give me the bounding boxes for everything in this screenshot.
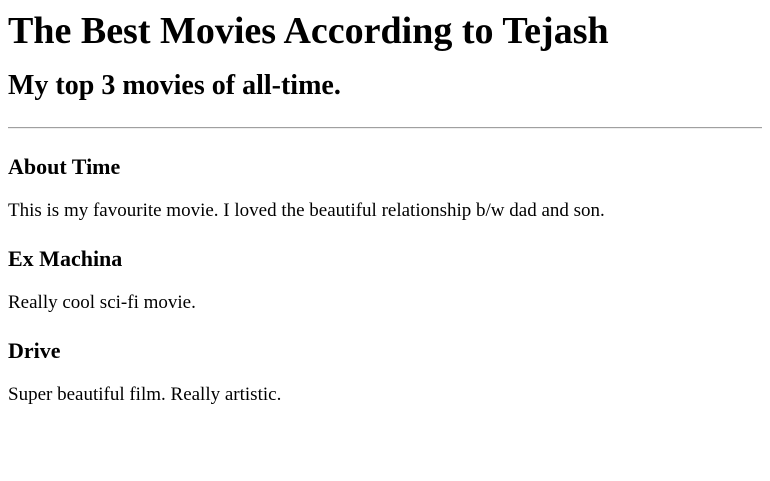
movie-description: Really cool sci-fi movie. bbox=[8, 292, 196, 313]
movie-title: Drive bbox=[8, 338, 61, 363]
page-subtitle: My top 3 movies of all-time. bbox=[8, 70, 341, 101]
movie-title: About Time bbox=[8, 154, 121, 179]
movie-entry-ex-machina: Ex Machina Really cool sci-fi movie. bbox=[8, 246, 762, 314]
movie-entry-drive: Drive Super beautiful film. Really artis… bbox=[8, 338, 762, 406]
movie-title: Ex Machina bbox=[8, 246, 123, 271]
movie-description: Super beautiful film. Really artistic. bbox=[8, 384, 282, 405]
movie-description: This is my favourite movie. I loved the … bbox=[8, 200, 605, 221]
page-title: The Best Movies According to Tejash bbox=[8, 10, 609, 52]
movie-entry-about-time: About Time This is my favourite movie. I… bbox=[8, 154, 762, 222]
divider bbox=[8, 127, 762, 129]
